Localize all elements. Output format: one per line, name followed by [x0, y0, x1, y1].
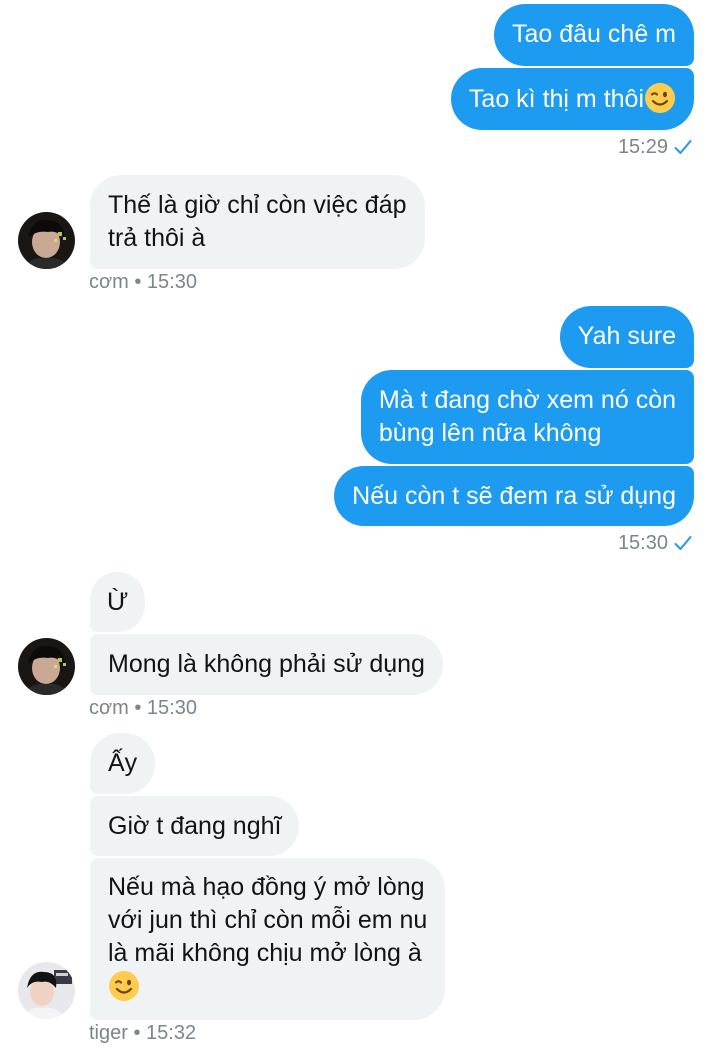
message-bubble-outgoing[interactable]: Nếu còn t sẽ đem ra sử dụng: [334, 466, 694, 526]
avatar[interactable]: [18, 962, 75, 1019]
message-sender-timestamp: tiger • 15:32: [89, 1022, 197, 1044]
message-text: Ấy: [108, 749, 138, 777]
avatar-image: [18, 962, 75, 1019]
message-text-line: bùng lên nữa không: [378, 419, 602, 447]
message-text: Nếu còn t sẽ đem ra sử dụng: [352, 482, 676, 510]
message-bubble-incoming[interactable]: Ừ: [90, 572, 146, 632]
message-bubble-incoming[interactable]: Nếu mà hạo đồng ý mở lòng với jun thì ch…: [90, 858, 446, 1020]
message-text: Mong là không phải sử dụng: [108, 650, 425, 678]
message-bubble-incoming[interactable]: Giờ t đang nghĩ: [90, 796, 300, 856]
message-text: Ừ: [107, 588, 129, 616]
message-bubble-outgoing[interactable]: Tao đâu chê m: [494, 4, 694, 66]
avatar[interactable]: [18, 638, 75, 695]
message-bubble-incoming[interactable]: Ấy: [90, 733, 156, 794]
message-bubble-incoming[interactable]: Mong là không phải sử dụng: [90, 634, 443, 695]
message-text-line: là mãi không chịu mở lòng à: [108, 939, 422, 967]
message-text-line: trả thôi à: [108, 224, 206, 252]
message-text-line: Thế là giờ chỉ còn việc đáp: [108, 191, 407, 219]
message-emoji-line: [108, 970, 427, 1006]
message-bubble-outgoing[interactable]: Tao kì thị m thôi: [450, 68, 694, 130]
message-text: Yah sure: [577, 322, 676, 350]
message-text: Tao đâu chê m: [512, 20, 676, 48]
read-check-icon: [674, 536, 692, 550]
read-check-icon: [674, 140, 692, 154]
dm-conversation: Tao đâu chê m Tao kì thị m thôi 15:29 Th…: [0, 0, 720, 1052]
message-sender-timestamp: cơm • 15:30: [89, 697, 197, 719]
message-bubble-incoming[interactable]: Thế là giờ chỉ còn việc đáp trả thôi à: [90, 175, 425, 269]
message-text-line: Mà t đang chờ xem nó còn: [378, 386, 676, 414]
message-text: Tao kì thị m thôi: [468, 85, 644, 113]
message-text-line: với jun thì chỉ còn mỗi em nu: [108, 906, 428, 934]
message-bubble-outgoing[interactable]: Yah sure: [559, 306, 694, 368]
avatar-image: [18, 638, 75, 695]
message-timestamp: 15:29: [618, 135, 692, 159]
message-text: Giờ t đang nghĩ: [108, 812, 282, 840]
message-sender-timestamp: cơm • 15:30: [89, 271, 197, 293]
winking-face-emoji-icon: [109, 971, 139, 1001]
message-timestamp: 15:30: [618, 531, 692, 555]
avatar-image: [18, 212, 75, 269]
message-bubble-outgoing[interactable]: Mà t đang chờ xem nó còn bùng lên nữa kh…: [360, 370, 694, 464]
winking-face-emoji-icon: [645, 83, 675, 113]
avatar[interactable]: [18, 212, 75, 269]
message-text-line: Nếu mà hạo đồng ý mở lòng: [108, 873, 425, 901]
